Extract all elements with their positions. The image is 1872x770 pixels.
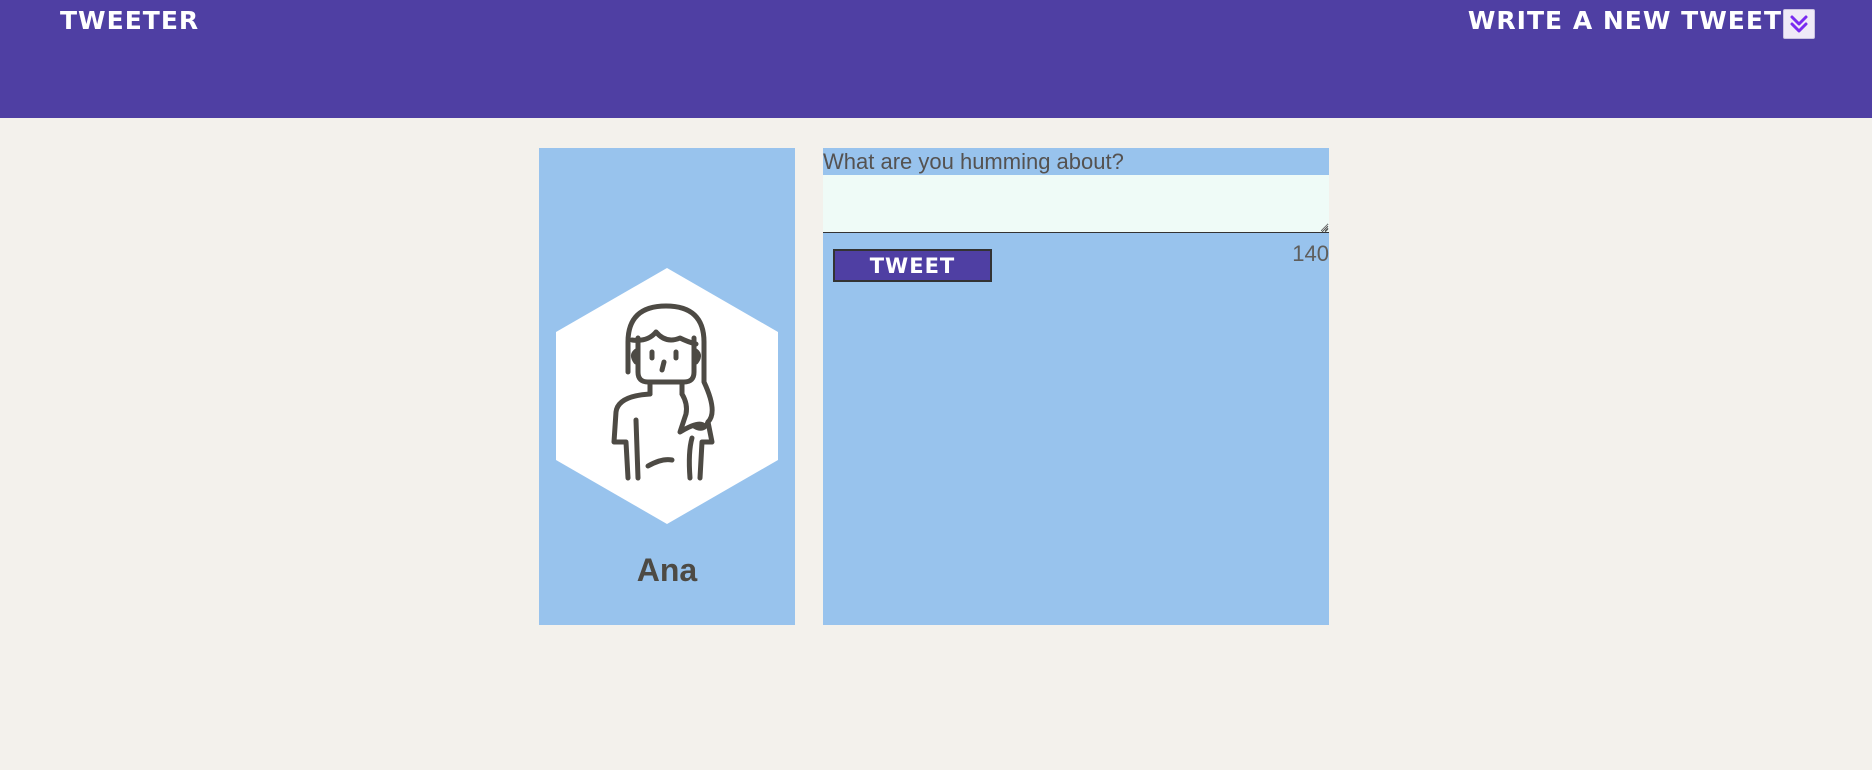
brand-logo[interactable]: TWEETER [60,6,199,35]
write-new-tweet-link[interactable]: WRITE A NEW TWEET [1468,6,1782,35]
compose-label: What are you humming about? [823,149,1124,174]
top-navbar: TWEETER WRITE A NEW TWEET [0,0,1872,118]
tweet-textarea[interactable] [823,175,1329,233]
profile-card: Ana [539,148,795,625]
compose-panel: What are you humming about? TWEET 140 [823,148,1329,625]
compose-toggle-button[interactable] [1783,9,1815,39]
woman-avatar-icon [611,303,715,481]
avatar-hexagon [556,268,778,524]
profile-name: Ana [636,552,698,588]
double-chevron-down-icon [1790,15,1808,33]
tweet-submit-button[interactable]: TWEET [833,249,992,282]
character-counter: 140 [1292,241,1329,266]
